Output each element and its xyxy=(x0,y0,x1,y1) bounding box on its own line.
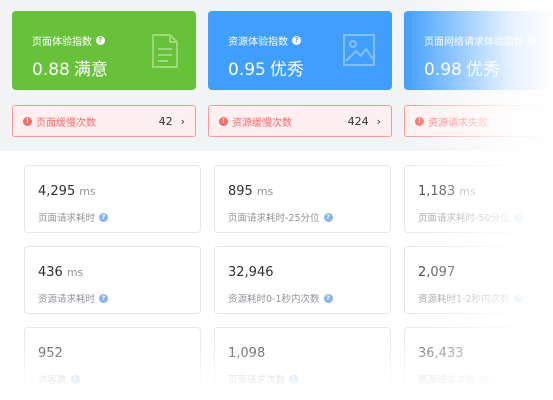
metric-card: 2,097 资源耗时1-2秒内次数? xyxy=(404,246,553,314)
metric-label-text: 页面请求次数 xyxy=(228,375,286,386)
metric-card: 1,183 ms 页面请求耗时-50分位? xyxy=(404,165,553,233)
help-icon[interactable]: ? xyxy=(99,212,109,222)
metric-label: 资源耗时0-1秒内次数? xyxy=(228,291,333,305)
metrics-panel: 4,295 ms 页面请求耗时? 895 ms 页面请求耗时-25分位? 1,183… xyxy=(0,151,553,400)
help-icon[interactable]: ? xyxy=(99,293,109,303)
metric-label: 资源请求耗时? xyxy=(38,291,109,305)
metric-value: 32,946 xyxy=(228,265,278,280)
metric-number: 436 xyxy=(38,265,63,280)
help-icon[interactable]: ? xyxy=(289,374,299,384)
metric-number: 952 xyxy=(38,346,63,361)
help-icon[interactable]: ? xyxy=(292,36,301,45)
help-icon[interactable]: ? xyxy=(323,293,333,303)
score-grade: 优秀 xyxy=(465,60,500,80)
alert-label: 资源缓慢次数 xyxy=(232,117,292,129)
chevron-right-icon[interactable]: › xyxy=(377,115,381,128)
metric-label: 访客数? xyxy=(38,372,80,386)
metric-number: 895 xyxy=(228,184,253,199)
metric-number: 36,433 xyxy=(418,346,464,361)
score-number: 0.98 xyxy=(424,60,462,80)
metric-label: 资源请求次数? xyxy=(418,372,489,386)
metric-label: 页面请求耗时? xyxy=(38,210,109,224)
metric-label: 页面请求耗时-50分位? xyxy=(418,210,523,224)
score-value: 0.88 满意 xyxy=(32,55,108,80)
page-experience-card[interactable]: 页面体验指数 ? 0.88 满意 xyxy=(12,11,196,90)
chevron-right-icon[interactable]: › xyxy=(181,115,185,128)
metric-label: 页面请求耗时-25分位? xyxy=(228,210,333,224)
metric-card: 1,098 页面请求次数? xyxy=(214,327,391,395)
card-title: 页面网络请求体验指数 ? xyxy=(424,33,537,48)
dashboard: 页面体验指数 ? 0.88 满意 资源体验指数 ? 0.95 优秀 页面网络请求… xyxy=(0,0,553,400)
metric-number: 1,183 xyxy=(418,184,456,199)
metric-label-text: 页面请求耗时-50分位 xyxy=(418,213,510,224)
resource-failure-alert[interactable]: ! 资源请求失败 xyxy=(404,105,553,137)
image-icon xyxy=(343,34,375,66)
metric-unit: ms xyxy=(66,266,84,279)
slow-resource-alert[interactable]: ! 资源缓慢次数 424 › xyxy=(208,105,392,137)
metric-number: 32,946 xyxy=(228,265,274,280)
network-experience-card[interactable]: 页面网络请求体验指数 ? 0.98 优秀 xyxy=(404,11,553,90)
slow-page-alert[interactable]: ! 页面缓慢次数 42 › xyxy=(12,105,196,137)
card-title-text: 页面网络请求体验指数 xyxy=(424,37,524,48)
metric-label: 资源耗时1-2秒内次数? xyxy=(418,291,523,305)
metric-value: 895 ms xyxy=(228,184,273,199)
alert-count: 424 xyxy=(347,114,369,128)
resource-experience-card[interactable]: 资源体验指数 ? 0.95 优秀 xyxy=(208,11,392,90)
metric-label: 页面请求次数? xyxy=(228,372,299,386)
metric-number: 1,098 xyxy=(228,346,266,361)
metric-label-text: 资源耗时1-2秒内次数 xyxy=(418,294,510,305)
warning-icon: ! xyxy=(23,116,32,126)
document-icon xyxy=(152,34,178,68)
card-title-text: 资源体验指数 xyxy=(228,37,288,48)
metric-value: 1,098 xyxy=(228,346,269,361)
metric-value: 4,295 ms xyxy=(38,184,96,199)
metric-label-text: 访客数 xyxy=(38,375,67,386)
metric-card: 32,946 资源耗时0-1秒内次数? xyxy=(214,246,391,314)
card-title: 页面体验指数 ? xyxy=(32,33,105,48)
metric-card: 4,295 ms 页面请求耗时? xyxy=(24,165,201,233)
help-icon[interactable]: ? xyxy=(513,212,523,222)
score-number: 0.88 xyxy=(32,60,70,80)
score-value: 0.95 优秀 xyxy=(228,55,304,80)
metric-label-text: 资源耗时0-1秒内次数 xyxy=(228,294,320,305)
metric-card: 895 ms 页面请求耗时-25分位? xyxy=(214,165,391,233)
help-icon[interactable]: ? xyxy=(96,36,105,45)
help-icon[interactable]: ? xyxy=(528,36,537,45)
alert-label: 资源请求失败 xyxy=(428,117,488,129)
score-value: 0.98 优秀 xyxy=(424,55,500,80)
card-title-text: 页面体验指数 xyxy=(32,37,92,48)
metric-card: 36,433 资源请求次数? xyxy=(404,327,553,395)
metric-unit: ms xyxy=(256,185,274,198)
metric-value: 36,433 xyxy=(418,346,468,361)
metric-value: 2,097 xyxy=(418,265,459,280)
help-icon[interactable]: ? xyxy=(70,374,80,384)
metric-unit: ms xyxy=(79,185,96,198)
help-icon[interactable]: ? xyxy=(323,212,333,222)
score-grade: 优秀 xyxy=(269,60,304,80)
warning-icon: ! xyxy=(415,116,424,126)
metric-value: 952 xyxy=(38,346,67,361)
card-title: 资源体验指数 ? xyxy=(228,33,301,48)
score-grade: 满意 xyxy=(73,60,108,80)
help-icon[interactable]: ? xyxy=(513,293,523,303)
metric-label-text: 资源请求次数 xyxy=(418,375,476,386)
metric-card: 952 访客数? xyxy=(24,327,201,395)
metric-number: 4,295 xyxy=(38,184,76,199)
score-number: 0.95 xyxy=(228,60,266,80)
metric-label-text: 页面请求耗时-25分位 xyxy=(228,213,320,224)
metric-value: 1,183 ms xyxy=(418,184,476,199)
metric-number: 2,097 xyxy=(418,265,456,280)
metric-card: 436 ms 资源请求耗时? xyxy=(24,246,201,314)
alert-label: 页面缓慢次数 xyxy=(36,117,96,129)
alert-count: 42 xyxy=(158,114,173,128)
metric-value: 436 ms xyxy=(38,265,83,280)
warning-icon: ! xyxy=(219,116,228,126)
metric-unit: ms xyxy=(459,185,476,198)
metric-label-text: 资源请求耗时 xyxy=(38,294,96,305)
help-icon[interactable]: ? xyxy=(479,374,489,384)
metric-label-text: 页面请求耗时 xyxy=(38,213,96,224)
